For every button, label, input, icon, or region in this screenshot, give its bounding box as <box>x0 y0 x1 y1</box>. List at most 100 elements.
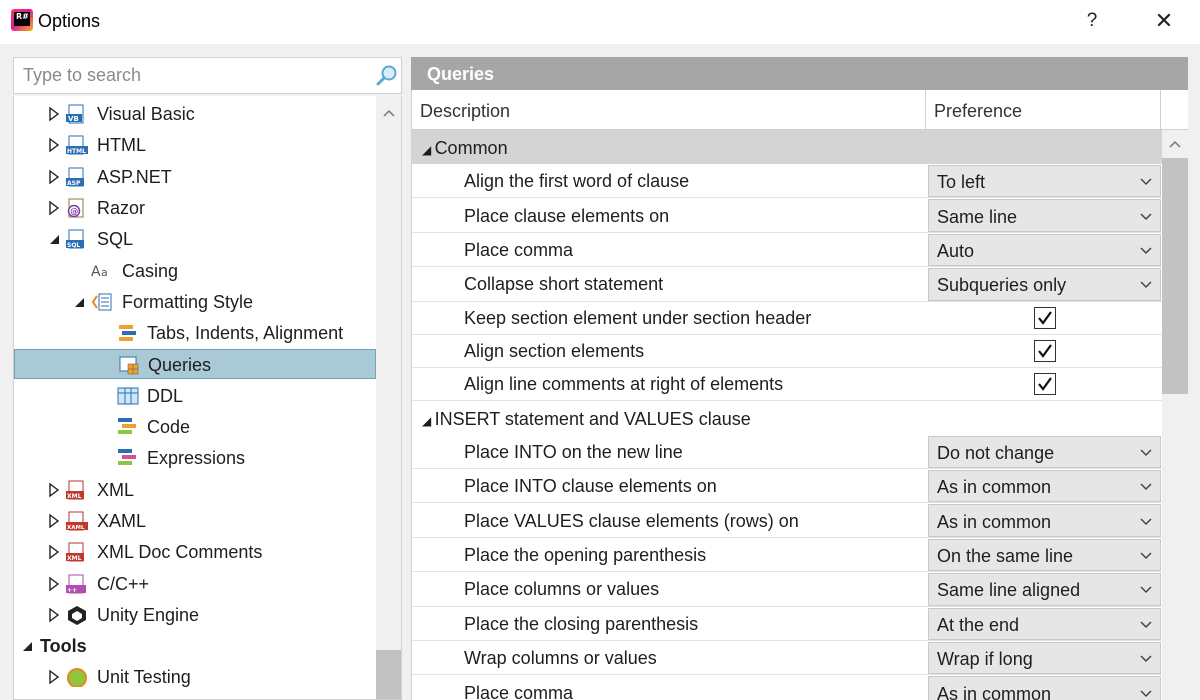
html-file-icon: HTML <box>66 135 88 155</box>
expand-triangle-icon[interactable] <box>47 200 61 216</box>
formatting-style-icon <box>91 293 112 311</box>
preference-dropdown[interactable]: Wrap if long <box>928 642 1161 675</box>
preference-dropdown[interactable]: On the same line <box>928 538 1161 572</box>
section-label: ◢ INSERT statement and VALUES clause <box>422 409 751 430</box>
column-header-description[interactable]: Description <box>412 90 926 130</box>
setting-label: Place VALUES clause elements (rows) on <box>464 510 799 531</box>
cpp-file-icon: ++ <box>66 574 86 594</box>
settings-grid: Description Preference ◢ Common Align the… <box>411 90 1188 700</box>
vb-file-icon: VB <box>66 104 84 124</box>
close-button[interactable]: ✕ <box>1148 8 1180 36</box>
setting-row: Keep section element under section heade… <box>412 302 1162 335</box>
preference-dropdown[interactable]: Same line aligned <box>928 573 1161 606</box>
tree-item-visual-basic[interactable]: VB Visual Basic <box>14 99 376 129</box>
tree-item-ddl[interactable]: DDL <box>14 381 376 411</box>
preference-dropdown[interactable]: As in common <box>928 470 1161 503</box>
collapse-triangle-icon[interactable] <box>20 638 34 654</box>
expand-triangle-icon[interactable] <box>47 576 61 592</box>
chevron-down-icon <box>1140 518 1152 525</box>
column-header-preference[interactable]: Preference <box>926 90 1161 130</box>
tree-item-asp-net[interactable]: ASP ASP.NET <box>14 162 376 192</box>
tree-item-formatting-style[interactable]: Formatting Style <box>14 287 376 317</box>
preference-checkbox[interactable] <box>1034 307 1056 330</box>
grid-scroll-thumb[interactable] <box>1162 158 1188 394</box>
tree-item-xaml[interactable]: XAML XAML <box>14 506 376 536</box>
preference-dropdown[interactable]: Auto <box>928 233 1161 267</box>
collapse-triangle-icon[interactable] <box>47 231 61 247</box>
tree-item-label: XAML <box>97 510 147 531</box>
dropdown-value: Wrap if long <box>937 649 1033 670</box>
panel-header: Queries <box>411 57 1188 90</box>
chevron-down-icon <box>1140 213 1152 220</box>
tree-item-label: Unit Testing <box>97 667 191 688</box>
grid-scrollbar[interactable] <box>1162 130 1188 700</box>
tree-item-unit-testing[interactable]: Unit Testing <box>14 662 376 692</box>
preference-checkbox[interactable] <box>1034 373 1056 396</box>
tree-item-label: Unity Engine <box>97 604 200 625</box>
expand-triangle-icon[interactable] <box>47 513 61 529</box>
setting-label: Place INTO on the new line <box>464 441 683 462</box>
queries-icon <box>119 356 139 375</box>
scroll-up-arrow-icon[interactable] <box>382 106 396 120</box>
expand-triangle-icon[interactable] <box>47 169 61 185</box>
tree-item-tools[interactable]: Tools <box>14 631 376 661</box>
tree-item-razor[interactable]: @ Razor <box>14 193 376 223</box>
expand-triangle-icon[interactable] <box>47 137 61 153</box>
svg-text:A: A <box>91 264 101 280</box>
tree-item-label: XML Doc Comments <box>97 542 263 563</box>
tree-item-casing[interactable]: Aa Casing <box>14 256 376 286</box>
expand-triangle-icon[interactable] <box>47 482 61 498</box>
preference-dropdown[interactable]: As in common <box>928 676 1161 700</box>
tree-item-queries[interactable]: Queries <box>14 349 376 380</box>
chevron-down-icon <box>1140 449 1152 456</box>
collapse-triangle-icon[interactable]: ◢ <box>422 143 435 157</box>
svg-text:HTML: HTML <box>67 148 86 155</box>
tree-item-xml[interactable]: XML XML <box>14 475 376 505</box>
dropdown-value: As in common <box>937 511 1052 532</box>
search-icon[interactable] <box>375 64 399 88</box>
tree-item-c-c[interactable]: ++ C/C++ <box>14 569 376 599</box>
tree-item-xml-doc-comments[interactable]: XML XML Doc Comments <box>14 537 376 567</box>
preference-dropdown[interactable]: Do not change <box>928 435 1161 468</box>
svg-text:SQL: SQL <box>67 242 80 249</box>
tree-item-label: Queries <box>148 355 212 376</box>
tree-item-html[interactable]: HTML HTML <box>14 130 376 160</box>
column-header-description-label: Description <box>420 101 511 121</box>
expand-triangle-icon[interactable] <box>47 106 61 122</box>
preference-dropdown[interactable]: At the end <box>928 607 1161 640</box>
column-header-filler <box>1161 90 1188 130</box>
collapse-triangle-icon[interactable] <box>72 294 86 310</box>
tree-item-sql[interactable]: SQL SQL <box>14 224 376 254</box>
tabs-indents-icon <box>119 325 136 342</box>
preference-dropdown[interactable]: To left <box>928 165 1161 198</box>
collapse-triangle-icon[interactable]: ◢ <box>422 414 435 428</box>
scroll-up-arrow-icon[interactable] <box>1168 137 1182 151</box>
tree-item-code[interactable]: Code <box>14 412 376 442</box>
resharper-app-icon: R# <box>11 9 33 31</box>
help-button[interactable]: ? <box>1078 8 1106 36</box>
setting-row: Place comma Auto <box>412 233 1162 268</box>
setting-row: Place the opening parenthesis On the same… <box>412 538 1162 573</box>
expressions-icon <box>118 449 136 466</box>
tree-item-unity-engine[interactable]: Unity Engine <box>14 600 376 630</box>
section-header-common[interactable]: ◢ Common <box>412 130 1162 164</box>
setting-label: Keep section element under section heade… <box>464 308 812 329</box>
section-header-insert-statement-and-values-clause[interactable]: ◢ INSERT statement and VALUES clause <box>412 400 1162 435</box>
setting-label: Place clause elements on <box>464 205 670 226</box>
casing-icon: Aa <box>91 264 108 280</box>
preference-dropdown[interactable]: Subqueries only <box>928 268 1161 301</box>
tree-scrollbar[interactable] <box>376 96 401 699</box>
chevron-down-icon <box>1140 247 1152 255</box>
dropdown-value: Auto <box>937 240 975 261</box>
tree-scroll-thumb[interactable] <box>376 650 401 699</box>
search-input[interactable] <box>14 58 364 93</box>
preference-dropdown[interactable]: Same line <box>928 199 1161 232</box>
expand-triangle-icon[interactable] <box>47 669 61 685</box>
preference-checkbox[interactable] <box>1034 340 1056 363</box>
tree-item-tabs-indents-alignment[interactable]: Tabs, Indents, Alignment <box>14 318 376 348</box>
preference-dropdown[interactable]: As in common <box>928 504 1161 537</box>
setting-row: Wrap columns or values Wrap if long <box>412 641 1162 676</box>
tree-item-expressions[interactable]: Expressions <box>14 443 376 473</box>
expand-triangle-icon[interactable] <box>47 544 61 560</box>
expand-triangle-icon[interactable] <box>47 607 61 623</box>
